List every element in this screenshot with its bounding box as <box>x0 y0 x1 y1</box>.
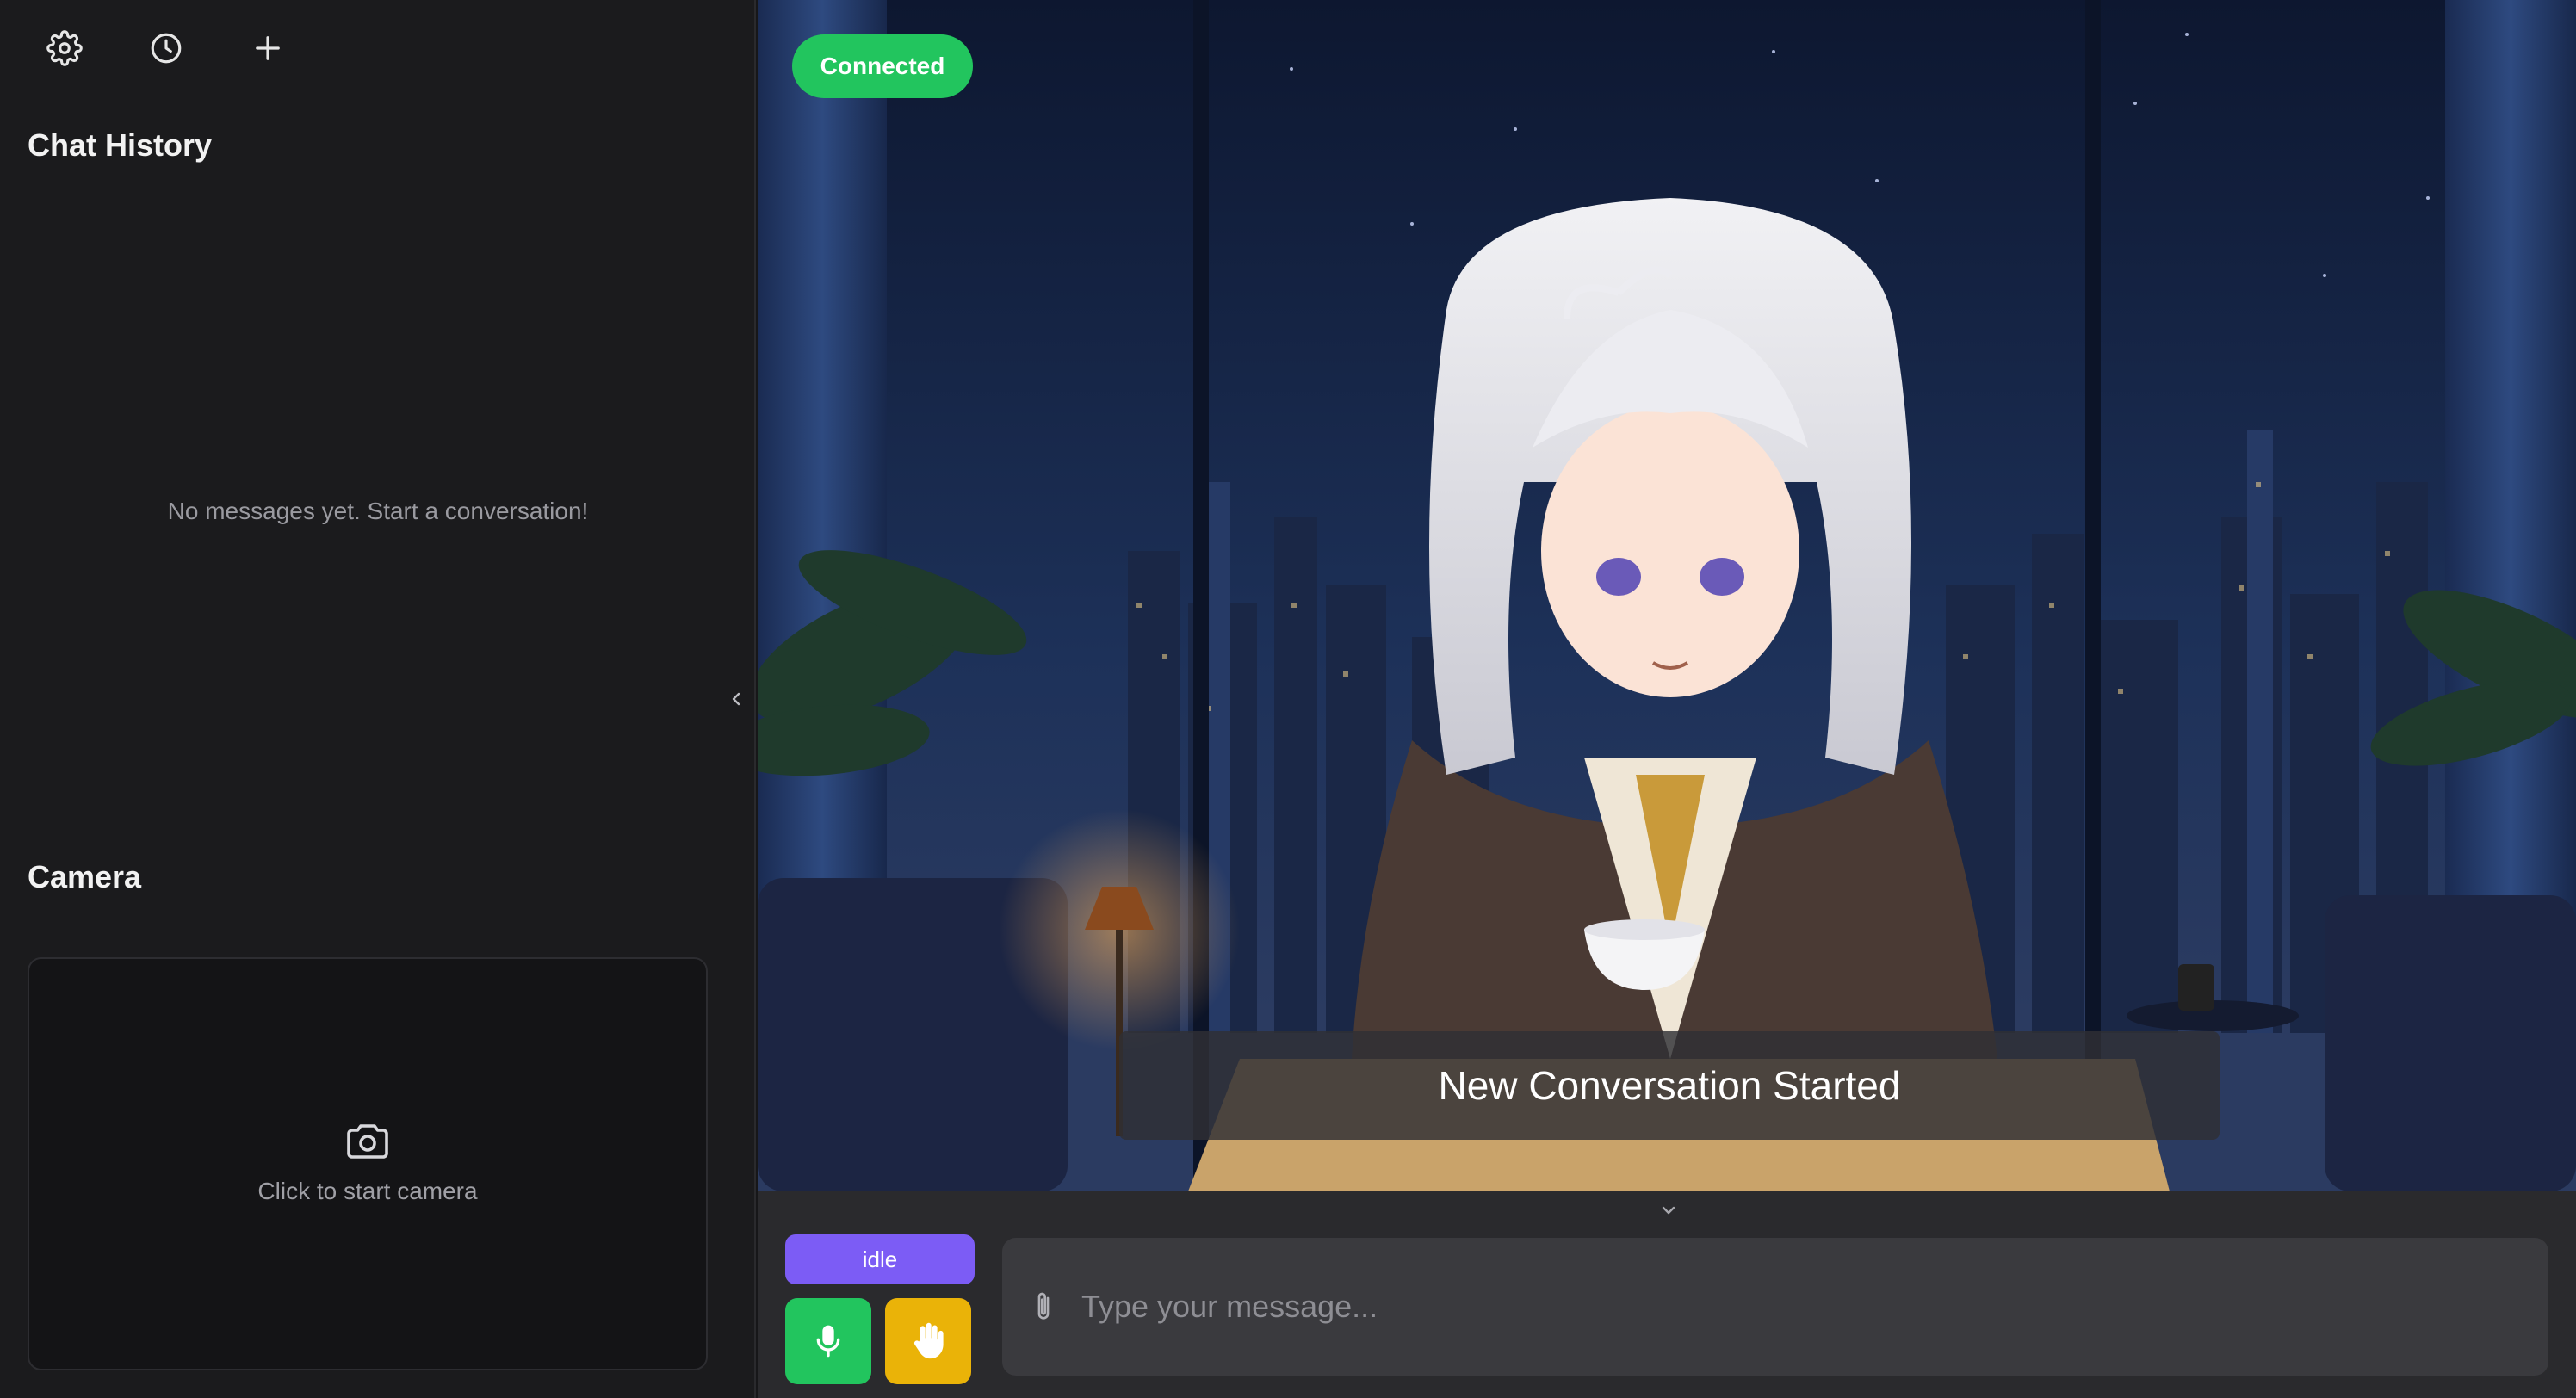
paperclip-icon <box>1037 1292 1050 1320</box>
camera-panel[interactable]: Click to start camera <box>28 957 708 1370</box>
settings-button[interactable] <box>34 24 95 72</box>
camera-prompt: Click to start camera <box>257 1178 478 1204</box>
ai-state-badge: idle <box>785 1234 975 1284</box>
plus-icon <box>256 36 280 60</box>
gear-icon <box>46 30 83 66</box>
camera-placeholder: Click to start camera <box>29 1121 706 1205</box>
scene-background <box>758 0 2576 1191</box>
avatar-stage: Connected New Conversation Started <box>758 0 2576 1191</box>
microphone-button[interactable] <box>785 1298 871 1384</box>
new-chat-button[interactable] <box>238 24 298 72</box>
microphone-icon <box>816 1325 840 1358</box>
toggle-panel-button[interactable] <box>1653 1198 1684 1222</box>
connection-status-badge[interactable]: Connected <box>792 34 973 98</box>
history-button[interactable] <box>136 24 196 72</box>
empty-chat-message: No messages yet. Start a conversation! <box>167 498 589 524</box>
camera-icon <box>347 1124 388 1159</box>
attach-button[interactable] <box>1026 1288 1061 1326</box>
sidebar: Chat History No messages yet. Start a co… <box>0 0 756 1398</box>
interrupt-button[interactable] <box>885 1298 971 1384</box>
subtitle-caption: New Conversation Started <box>1119 1031 2220 1140</box>
sidebar-toolbar <box>34 24 298 72</box>
chat-history-title: Chat History <box>28 127 213 163</box>
camera-title: Camera <box>28 859 142 894</box>
chevron-down-icon <box>1662 1206 1675 1215</box>
message-input[interactable] <box>1081 1272 2511 1341</box>
chevron-left-icon <box>732 692 740 706</box>
clock-icon <box>151 33 182 64</box>
collapse-sidebar-button[interactable] <box>723 682 749 716</box>
message-composer <box>1002 1238 2548 1376</box>
hand-icon <box>913 1322 944 1359</box>
control-panel: idle <box>758 1191 2576 1398</box>
